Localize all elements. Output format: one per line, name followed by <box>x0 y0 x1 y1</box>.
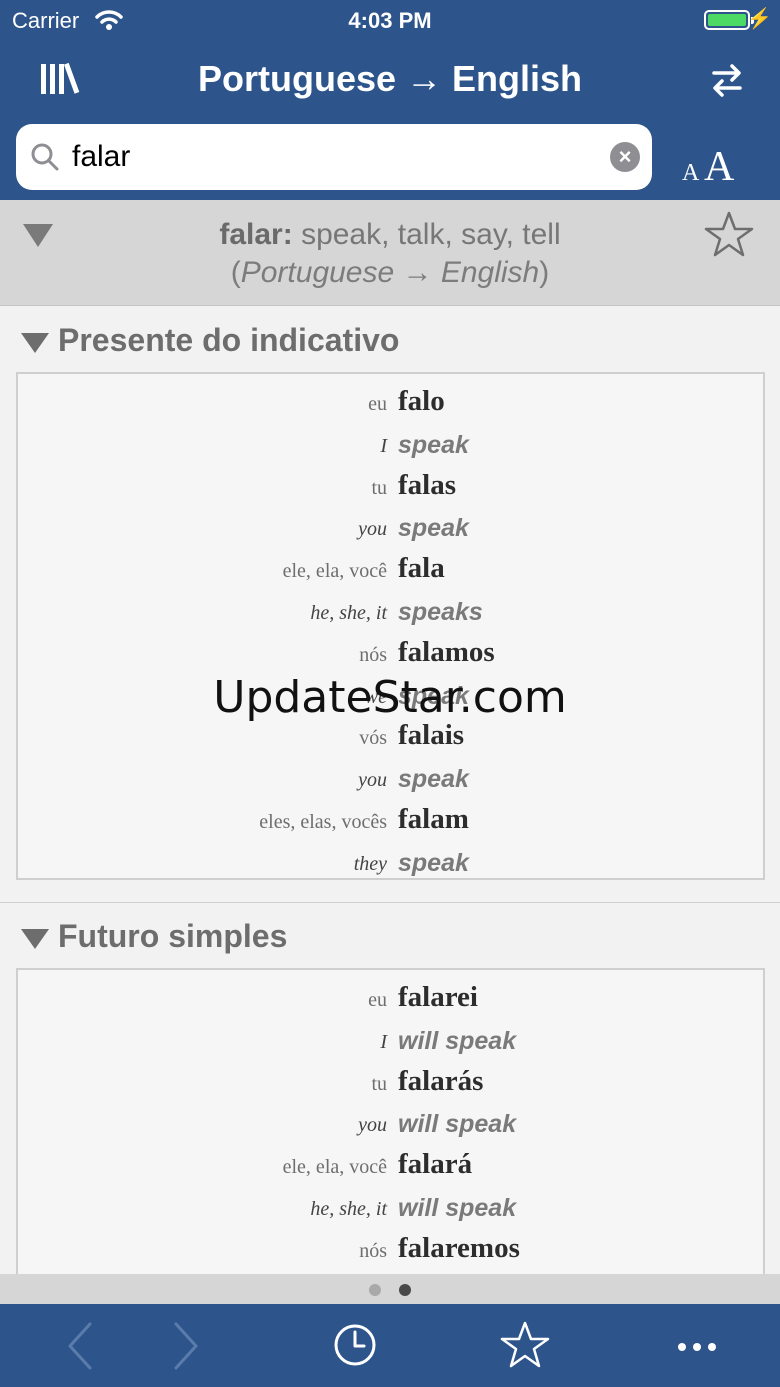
page-dot[interactable] <box>369 1284 381 1296</box>
pronoun: eu <box>368 989 387 1011</box>
entry-summary: falar: speak, talk, say, tell <box>0 218 780 252</box>
search-bar: × <box>16 124 652 190</box>
english-pronoun: you <box>358 769 387 792</box>
verb-translation: speak <box>398 514 469 543</box>
translation-row: they speak <box>18 840 763 878</box>
section-title-futuro[interactable]: Futuro simples <box>20 918 287 955</box>
translation-row: you speak <box>18 756 763 796</box>
pronoun: tu <box>371 476 387 499</box>
battery-icon <box>704 10 754 30</box>
verb-form: falaremos <box>398 1231 520 1264</box>
conjugation-table-futuro: eu falarei Iwill speak tu falarás you will spe… <box>16 968 765 1288</box>
verb-translation: speaks <box>398 598 483 626</box>
translation-row: you will speak <box>18 1101 763 1141</box>
bottom-toolbar <box>0 1304 780 1387</box>
entry-headword: falar: <box>219 218 293 251</box>
translation-row: he, she, it will speak <box>18 1185 763 1225</box>
forward-arrow-icon[interactable] <box>160 1320 210 1370</box>
verb-form: falo <box>398 385 445 417</box>
entry-direction-line: (Portuguese → English) <box>230 256 550 289</box>
conjugation-table-presente: eu falo Ispeak tu falas you speak ele, ela, voc… <box>16 372 765 880</box>
section-divider <box>0 902 780 903</box>
status-bar: Carrier 4:03 PM ⚡ <box>0 0 780 40</box>
pronoun: eles, elas, vocês <box>259 811 387 833</box>
history-clock-icon[interactable] <box>330 1320 380 1370</box>
pronoun: nós <box>359 643 387 666</box>
disclosure-triangle-icon <box>21 928 49 949</box>
translation-row: you speak <box>18 505 763 545</box>
nav-header: Carrier 4:03 PM ⚡ Portuguese → English ×… <box>0 0 780 200</box>
clear-search-icon[interactable]: × <box>610 142 640 172</box>
conjugation-row: eu falarei <box>18 976 763 1016</box>
translation-row: Iwill speak <box>18 1018 763 1058</box>
verb-translation: speak <box>398 848 469 877</box>
search-icon <box>31 143 59 171</box>
watermark: UpdateStar.com <box>213 672 567 723</box>
verb-form: falarás <box>398 1064 484 1097</box>
verb-translation: will speak <box>398 1194 517 1222</box>
search-input[interactable] <box>72 124 592 190</box>
pronoun: eu <box>368 393 387 415</box>
english-pronoun: he, she, it <box>310 602 387 624</box>
charging-bolt-icon: ⚡ <box>747 8 772 30</box>
english-pronoun: I <box>380 434 387 457</box>
english-pronoun: you <box>358 1114 387 1137</box>
verb-form: falais <box>398 719 465 752</box>
conjugation-row: tu falas <box>18 464 763 504</box>
entry-translations: speak, talk, say, tell <box>301 218 561 251</box>
svg-text:A: A <box>682 160 700 184</box>
translation-row: Ispeak <box>18 422 763 462</box>
pronoun: tu <box>371 1072 387 1095</box>
entry-header[interactable] <box>0 200 780 306</box>
page-dot-active[interactable] <box>399 1284 411 1296</box>
conjugation-row: eles, elas, vocês falam <box>18 798 763 838</box>
page-title: Portuguese → English <box>197 58 583 99</box>
pronoun: vós <box>359 727 387 750</box>
english-pronoun: they <box>353 852 387 875</box>
verb-form: falas <box>398 468 456 501</box>
verb-form: falarei <box>398 981 478 1013</box>
conjugation-row: tu falarás <box>18 1060 763 1100</box>
verb-translation: will speak <box>398 1110 517 1139</box>
disclosure-triangle-icon <box>21 332 49 353</box>
conjugation-row: eu falo <box>18 380 763 420</box>
svg-text:A: A <box>704 144 735 184</box>
english-pronoun: you <box>358 518 387 541</box>
more-ellipsis-icon[interactable] <box>673 1320 723 1370</box>
pronoun: nós <box>359 1239 387 1262</box>
conjugation-row: ele, ela, você fala <box>18 547 763 587</box>
entry-direction: Portuguese → English <box>240 256 540 289</box>
pronoun: ele, ela, você <box>282 560 387 583</box>
back-arrow-icon[interactable] <box>56 1320 106 1370</box>
verb-form: falamos <box>398 635 495 668</box>
translation-row: he, she, it speaks <box>18 589 763 629</box>
verb-translation: speak <box>398 430 469 459</box>
swap-direction-icon[interactable] <box>708 60 746 100</box>
english-pronoun: he, she, it <box>310 1198 387 1220</box>
section-title-presente[interactable]: Presente do indicativo <box>20 322 399 359</box>
verb-form: fala <box>398 552 445 585</box>
favorite-star-icon[interactable] <box>704 210 754 258</box>
conjugation-row: nós falaremos <box>18 1227 763 1267</box>
conjugation-row: nós falamos <box>18 631 763 671</box>
favorites-star-icon[interactable] <box>500 1320 550 1370</box>
conjugation-row: ele, ela, você falará <box>18 1143 763 1183</box>
english-pronoun: I <box>380 1030 387 1053</box>
status-time: 4:03 PM <box>348 8 432 33</box>
verb-translation: will speak <box>398 1026 517 1055</box>
verb-translation: speak <box>398 765 469 794</box>
verb-form: falará <box>398 1148 473 1181</box>
verb-form: falam <box>398 803 469 835</box>
pronoun: ele, ela, você <box>282 1156 387 1179</box>
font-size-icon[interactable]: A A <box>680 140 744 184</box>
page-indicator <box>0 1274 780 1304</box>
